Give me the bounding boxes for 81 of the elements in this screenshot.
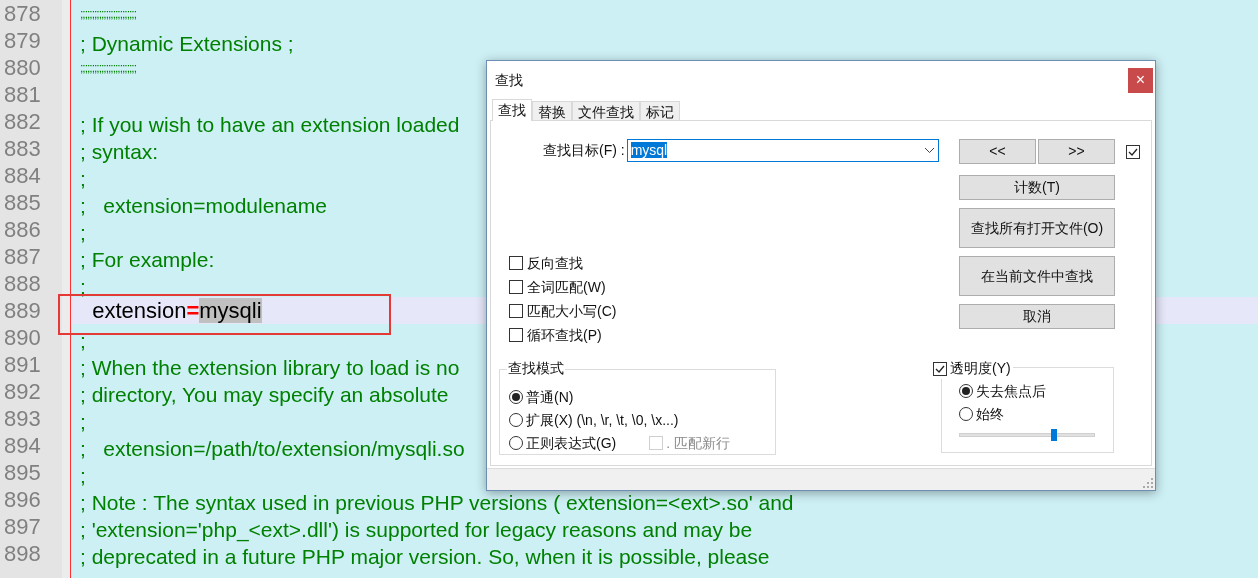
comment-line: ; [80, 464, 86, 486]
line-number: 890 [3, 324, 42, 351]
checkbox[interactable] [509, 304, 523, 318]
line-number: 885 [3, 189, 42, 216]
comment-line: ; extension=modulename [80, 194, 327, 216]
comment-line: ; If you wish to have an extension loaded [80, 113, 460, 135]
radio-button[interactable] [509, 413, 523, 427]
option-label: 匹配大小写(C) [527, 301, 617, 321]
line-number: 886 [3, 216, 42, 243]
line-number: 882 [3, 108, 42, 135]
close-button[interactable]: × [1128, 67, 1153, 93]
radio-button[interactable] [509, 390, 523, 404]
comment-line: ; When the extension library to load is no [80, 356, 460, 378]
comment-line: ; [80, 167, 86, 189]
resize-grip-icon [1143, 478, 1153, 488]
comment-rule: ;;;;;;;;;;;;;;;;;;;;;;;; [80, 59, 136, 77]
check-icon [1128, 147, 1138, 156]
transparency-option: 失去焦点后 [976, 380, 1046, 402]
comment-line: ; [80, 221, 86, 243]
comment-line: ; Dynamic Extensions ; [80, 32, 294, 54]
comment-line: ; [80, 410, 86, 432]
newline-label: . 匹配新行 [666, 433, 730, 453]
line-number: 888 [3, 270, 42, 297]
option-label: 反向查找 [527, 253, 583, 273]
find-label: 查找目标(F) : [543, 141, 625, 160]
comment-line: ; syntax: [80, 140, 159, 162]
comment-line: ; 'extension='php_<ext>.dll') is supported for legacy reasons and may be [80, 518, 753, 540]
comment-line: ; For example: [80, 248, 215, 270]
transparency-label: 透明度(Y) [950, 359, 1011, 378]
line-number: 894 [3, 432, 42, 459]
line-number: 896 [3, 486, 42, 513]
line-number: 897 [3, 513, 42, 540]
line-number: 893 [3, 405, 42, 432]
action-button[interactable]: 查找所有打开文件(O) [959, 208, 1115, 248]
checkbox[interactable] [509, 328, 523, 342]
line-number: 891 [3, 351, 42, 378]
line-number: 887 [3, 243, 42, 270]
chevron-down-icon [923, 147, 935, 154]
dialog-title: 查找 [495, 70, 523, 90]
find-field[interactable]: mysql [626, 139, 939, 162]
code-line: extension=mysqli [91, 297, 262, 324]
comment-line: ; [80, 329, 86, 351]
line-number: 878 [3, 0, 42, 27]
line-number: 892 [3, 378, 42, 405]
line-number: 880 [3, 54, 42, 81]
checkbox[interactable] [509, 256, 523, 270]
checkbox[interactable] [509, 280, 523, 294]
line-number: 879 [3, 27, 42, 54]
check-icon [935, 364, 945, 373]
mode-label: 普通(N) [526, 387, 574, 407]
slider-thumb[interactable] [1050, 429, 1057, 441]
tab[interactable]: 标记 [640, 101, 680, 121]
tab[interactable]: 替换 [532, 101, 572, 121]
tab[interactable]: 查找 [492, 99, 532, 121]
action-button[interactable]: 取消 [959, 304, 1115, 329]
comment-line: ; deprecated in a future PHP major version. So, when it is possible, please [80, 545, 770, 567]
line-number: 895 [3, 459, 42, 486]
line-number: 883 [3, 135, 42, 162]
radio-button[interactable] [959, 407, 973, 421]
option-label: 循环查找(P) [527, 325, 602, 345]
checkbox[interactable] [933, 361, 947, 376]
line-number: 884 [3, 162, 42, 189]
mode-label: 扩展(X) (\n, \r, \t, \0, \x...) [526, 410, 679, 430]
action-button[interactable]: 在当前文件中查找 [959, 256, 1115, 296]
line-number: 889 [3, 297, 42, 324]
previous-button[interactable]: << [959, 139, 1036, 164]
radio-button[interactable] [959, 384, 973, 398]
tab[interactable]: 文件查找 [572, 101, 640, 121]
comment-line: ; extension=/path/to/extension/mysqli.so [80, 437, 465, 459]
radio-button[interactable] [509, 436, 523, 450]
mode-label: 正则表达式(G) [526, 433, 617, 453]
comment-line: ; Note : The syntax used in previous PHP versions ( extension=<ext>.so' and [80, 491, 794, 513]
line-number: 898 [3, 540, 42, 567]
comment-line: ; directory, You may specify an absolute [80, 383, 449, 405]
next-button[interactable]: >> [1038, 139, 1115, 164]
checkbox[interactable] [1126, 144, 1140, 159]
option-label: 全词匹配(W) [527, 277, 606, 297]
transparency-option: 始终 [976, 403, 1004, 425]
action-button[interactable]: 计数(T) [959, 175, 1115, 200]
comment-rule: ;;;;;;;;;;;;;;;;;;;;;;;; [80, 5, 136, 23]
line-number: 881 [3, 81, 42, 108]
